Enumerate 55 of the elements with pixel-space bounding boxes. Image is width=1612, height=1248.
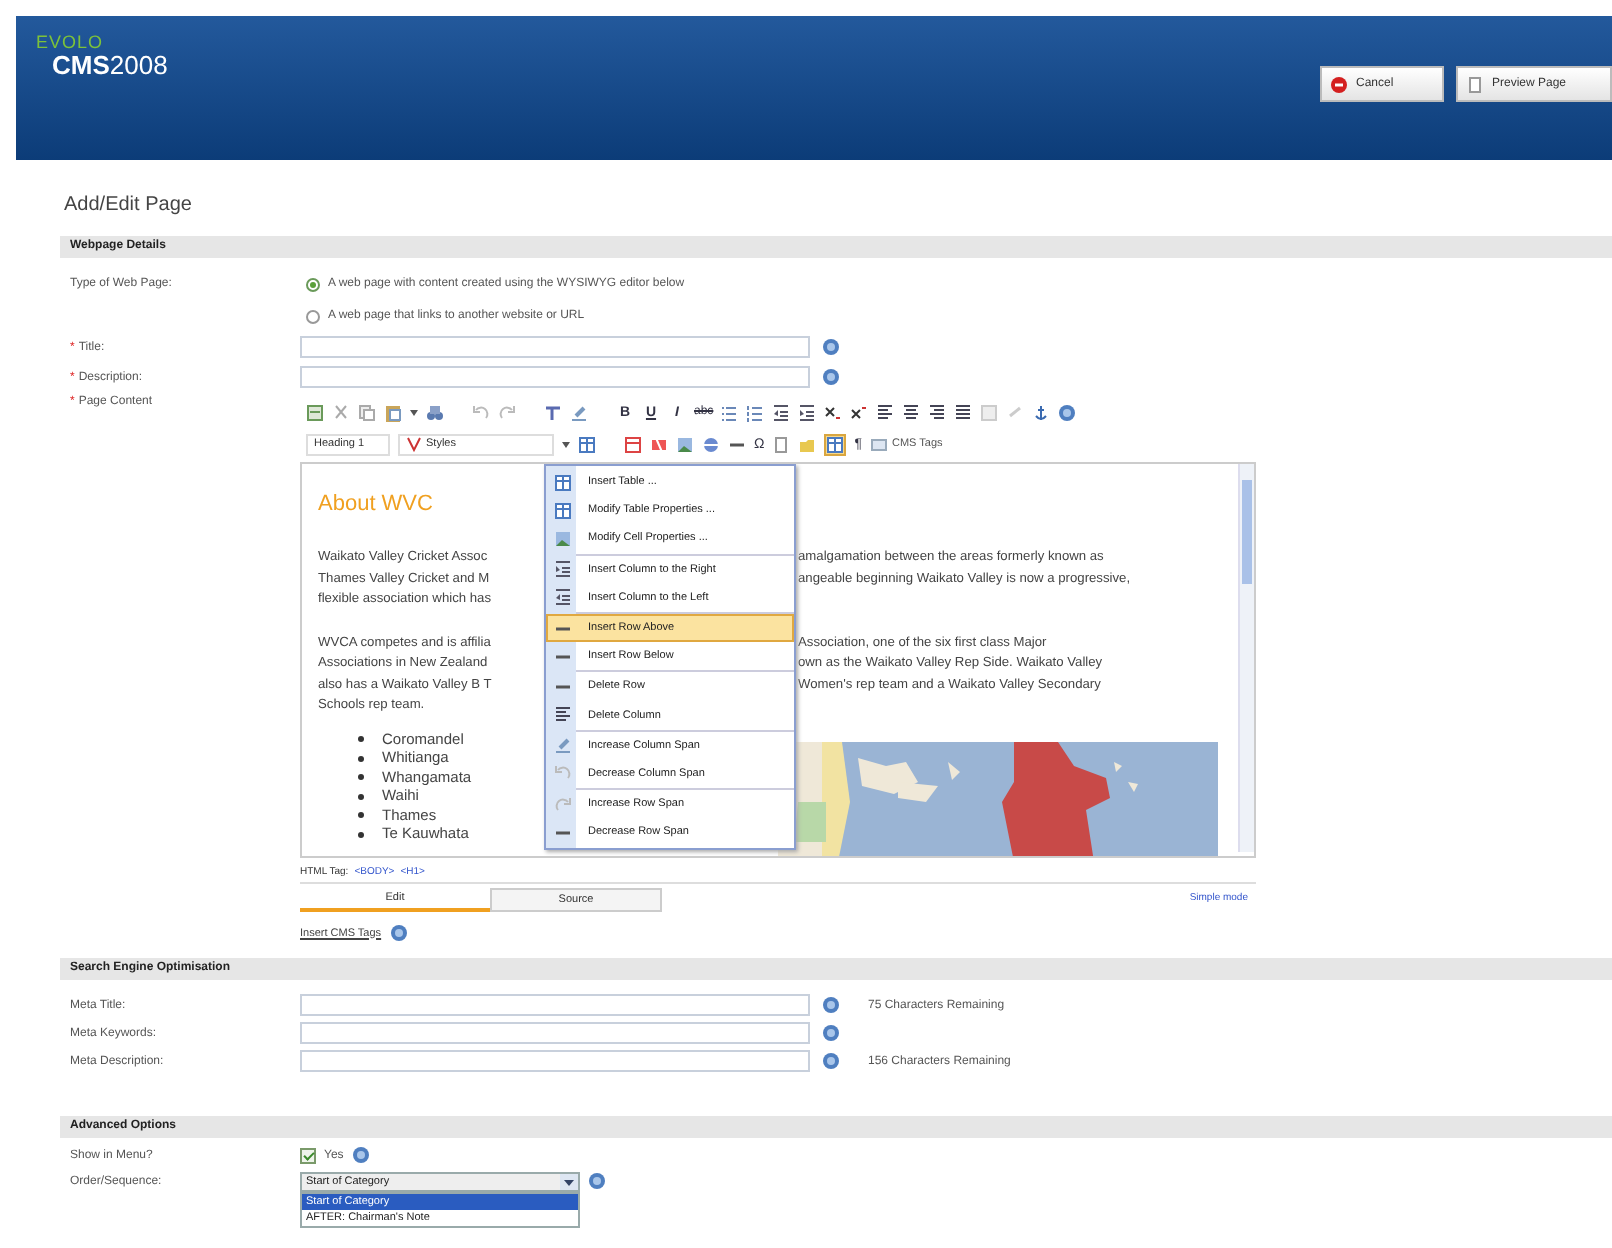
text-field[interactable] xyxy=(300,994,810,1016)
logo-subtitle: EVOLO xyxy=(36,32,106,52)
help-icon[interactable] xyxy=(351,1146,370,1164)
flash-icon[interactable] xyxy=(650,435,668,453)
image-icon[interactable] xyxy=(676,435,694,453)
table-delete-icon[interactable] xyxy=(624,435,642,453)
caret-icon[interactable] xyxy=(562,439,570,449)
outdent-icon xyxy=(554,588,572,607)
style-icon xyxy=(406,436,422,452)
eraser-icon[interactable] xyxy=(570,403,588,421)
page-title: Add/Edit Page xyxy=(62,192,194,220)
table-icon xyxy=(554,473,572,492)
subscript-icon[interactable] xyxy=(824,403,842,421)
page-icon[interactable] xyxy=(1466,75,1484,93)
text-field[interactable] xyxy=(300,1050,810,1072)
numbered-list-icon[interactable] xyxy=(746,403,764,421)
caret-icon[interactable] xyxy=(410,407,418,417)
editor-content-area[interactable] xyxy=(300,462,1256,858)
page-icon[interactable] xyxy=(772,435,791,453)
help-icon[interactable] xyxy=(588,1172,606,1190)
text-field[interactable] xyxy=(300,1022,810,1044)
table-icon xyxy=(554,501,572,520)
tag-icon xyxy=(870,435,888,453)
eraser-icon xyxy=(554,736,572,755)
bulleted-list-icon[interactable] xyxy=(720,403,738,421)
superscript-icon[interactable] xyxy=(850,403,868,421)
table-icon[interactable] xyxy=(578,435,596,453)
align-left-icon xyxy=(554,706,572,725)
outdent-icon[interactable] xyxy=(772,403,790,421)
document-icon[interactable] xyxy=(306,403,324,421)
align-center-icon[interactable] xyxy=(902,403,920,421)
indent-icon[interactable] xyxy=(798,403,816,421)
binoculars-icon[interactable] xyxy=(426,403,444,421)
indent-icon xyxy=(554,560,572,579)
cut-icon[interactable] xyxy=(332,403,350,421)
anchor-icon[interactable] xyxy=(1032,403,1050,421)
copy-icon[interactable] xyxy=(358,403,376,421)
justify-icon[interactable] xyxy=(954,403,972,421)
undo-icon xyxy=(554,764,572,783)
help-icon[interactable] xyxy=(1058,403,1076,421)
help-icon[interactable] xyxy=(389,924,408,942)
heading-text: About WVC xyxy=(318,492,433,516)
text-field[interactable] xyxy=(300,336,810,358)
globe-icon[interactable] xyxy=(702,435,720,453)
align-left-icon[interactable] xyxy=(876,403,894,421)
caret-icon xyxy=(564,1177,574,1187)
image-icon xyxy=(554,529,572,548)
text-field[interactable] xyxy=(300,366,810,388)
paste-icon[interactable] xyxy=(384,403,402,421)
redo-icon xyxy=(554,795,572,814)
scrollbar[interactable] xyxy=(1238,464,1254,852)
table-icon[interactable] xyxy=(824,433,847,455)
logo: CMS2008 xyxy=(50,52,168,80)
cancel-icon[interactable] xyxy=(1330,75,1348,93)
align-right-icon[interactable] xyxy=(928,403,946,421)
